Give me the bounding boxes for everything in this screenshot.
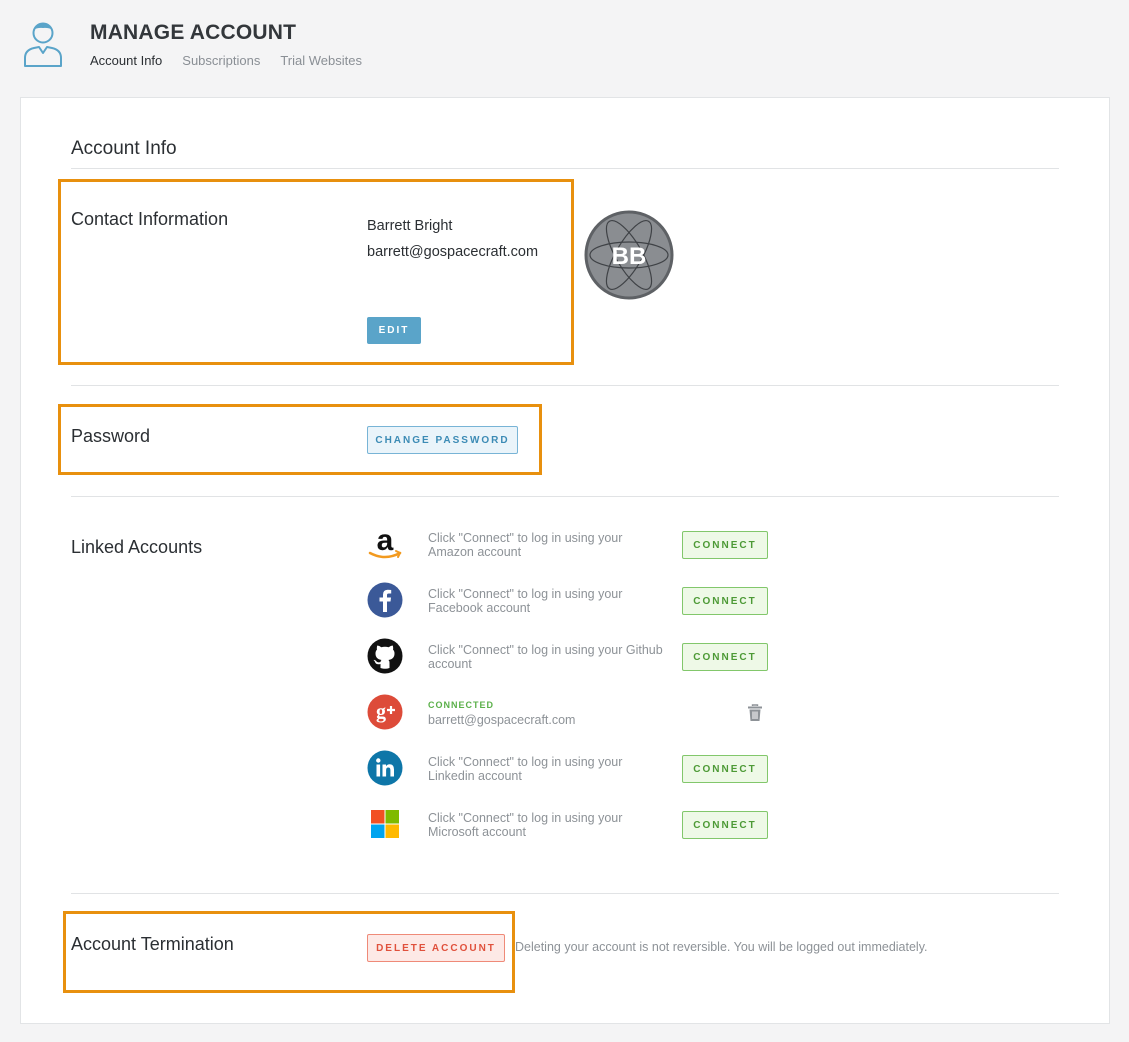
- delete-account-button[interactable]: DELETE ACCOUNT: [367, 934, 505, 962]
- page-title: MANAGE ACCOUNT: [90, 21, 297, 44]
- termination-heading: Account Termination: [71, 934, 234, 954]
- avatar[interactable]: BB: [584, 210, 674, 300]
- page-header: MANAGE ACCOUNT Account Info Subscription…: [0, 0, 1129, 96]
- microsoft-description: Click "Connect" to log in using your Mic…: [428, 811, 623, 839]
- connected-status: CONNECTED: [428, 700, 495, 710]
- connect-github-button[interactable]: CONNECT: [682, 643, 768, 671]
- github-icon: [367, 638, 403, 674]
- highlight-box: [58, 179, 574, 365]
- connect-linkedin-button[interactable]: CONNECT: [682, 755, 768, 783]
- amazon-description: Click "Connect" to log in using your Ama…: [428, 531, 623, 559]
- contact-heading: Contact Information: [71, 209, 229, 229]
- password-heading: Password: [71, 426, 151, 446]
- linkedin-description: Click "Connect" to log in using your Lin…: [428, 755, 623, 783]
- github-description: Click "Connect" to log in using your Git…: [428, 643, 663, 671]
- divider: [71, 168, 1059, 169]
- section-title: Account Info: [71, 138, 177, 159]
- linked-accounts-heading: Linked Accounts: [71, 537, 203, 557]
- tab-subscriptions[interactable]: Subscriptions: [182, 53, 260, 68]
- divider: [71, 496, 1059, 497]
- facebook-description: Click "Connect" to log in using your Fac…: [428, 587, 623, 615]
- google-plus-icon: g: [367, 694, 403, 730]
- avatar-initials: BB: [612, 243, 647, 270]
- trash-icon[interactable]: [747, 704, 763, 722]
- user-icon: [24, 22, 62, 67]
- svg-text:g: g: [376, 701, 386, 723]
- facebook-icon: [367, 582, 403, 618]
- termination-note: Deleting your account is not reversible.…: [515, 940, 928, 954]
- divider: [71, 893, 1059, 894]
- linkedin-icon: [367, 750, 403, 786]
- tab-trial-websites[interactable]: Trial Websites: [280, 53, 362, 68]
- connect-facebook-button[interactable]: CONNECT: [682, 587, 768, 615]
- connect-amazon-button[interactable]: CONNECT: [682, 531, 768, 559]
- tab-account-info[interactable]: Account Info: [90, 53, 162, 68]
- contact-email: barrett@gospacecraft.com: [367, 244, 539, 260]
- contact-name: Barrett Bright: [367, 218, 453, 234]
- divider: [71, 385, 1059, 386]
- google-plus-email: barrett@gospacecraft.com: [428, 713, 576, 727]
- account-card: Account Info Contact Information Barrett…: [20, 97, 1110, 1024]
- edit-button[interactable]: EDIT: [367, 317, 421, 344]
- microsoft-icon: [371, 810, 399, 838]
- amazon-icon: a: [368, 526, 402, 559]
- change-password-button[interactable]: CHANGE PASSWORD: [367, 426, 518, 454]
- connect-microsoft-button[interactable]: CONNECT: [682, 811, 768, 839]
- tab-bar: Account Info Subscriptions Trial Website…: [90, 53, 362, 68]
- svg-text:a: a: [377, 526, 394, 557]
